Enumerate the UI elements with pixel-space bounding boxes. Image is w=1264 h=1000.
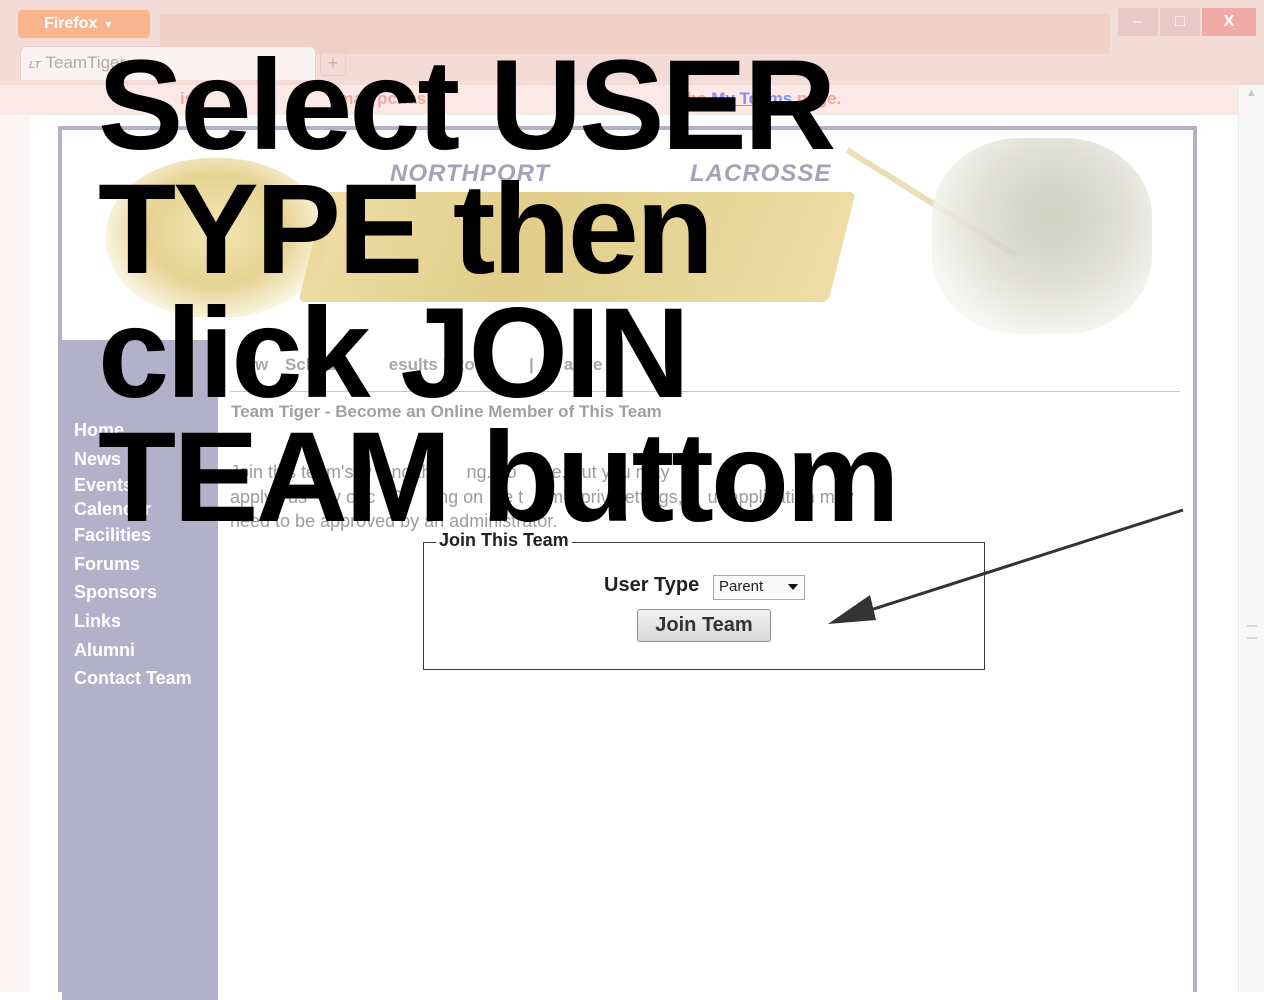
window-controls: – □ X (1118, 8, 1256, 36)
notice-text: chas (387, 89, 427, 108)
maximize-button[interactable]: □ (1160, 8, 1200, 36)
site-header: NORTHPORT LACROSSE (62, 130, 1193, 340)
brand-lacrosse: LACROSSE (690, 160, 832, 187)
notice-text: may p (338, 89, 388, 108)
subnav-link-coaches[interactable]: ache (564, 355, 603, 374)
sidebar-item-links[interactable]: Links (62, 607, 218, 636)
subnav-link-roster[interactable]: Ros (452, 355, 484, 374)
notice-text: is i (180, 89, 204, 108)
join-team-fieldset: Join This Team User Type Parent Join Tea… (423, 530, 985, 670)
sidebar-nav: Home News Events Calendar Facilities For… (62, 416, 218, 693)
user-type-label: User Type (604, 574, 700, 596)
intro-line: Join this team's w ng the ng. Yo ne, but… (230, 462, 670, 482)
firefox-menu-button[interactable]: Firefox ▼ (18, 10, 150, 38)
notice-text: page. (796, 89, 842, 108)
sidebar-item-facilities[interactable]: Facilities (62, 521, 218, 550)
tab-title: TeamTiger (45, 53, 126, 72)
vertical-scrollbar[interactable]: ▲ (1238, 85, 1264, 992)
sidebar-item-forums[interactable]: Forums (62, 550, 218, 579)
join-team-button[interactable]: Join Team (637, 609, 771, 642)
subnav-link-results[interactable]: esults (389, 355, 438, 374)
sidebar-item-contact-team[interactable]: Contact Team (62, 664, 218, 693)
tiger-logo-icon (106, 158, 326, 318)
chevron-down-icon: ▼ (103, 20, 114, 31)
join-team-legend: Join This Team (436, 530, 572, 551)
player-photo (932, 138, 1152, 334)
page-title: Team Tiger - Become an Online Member of … (231, 402, 662, 421)
minimize-button[interactable]: – (1118, 8, 1158, 36)
sidebar-item-home[interactable]: Home (62, 416, 218, 445)
browser-chrome: Firefox ▼ – □ X LT TeamTiger + (0, 0, 1264, 85)
brand-northport: NORTHPORT (390, 160, 551, 187)
close-button[interactable]: X (1202, 8, 1256, 36)
sidebar: Home News Events Calendar Facilities For… (62, 340, 218, 1000)
my-teams-link[interactable]: My Teams (711, 89, 792, 108)
brand-wordmark (298, 192, 856, 302)
sub-navigation: w Sched esults | Ros | ache (230, 352, 1180, 392)
main-content: w Sched esults | Ros | ache Team Tiger - … (218, 340, 1193, 1000)
notice-text: the (680, 89, 707, 108)
user-type-value: Parent (719, 578, 764, 595)
scroll-grip-icon[interactable] (1247, 625, 1257, 639)
subnav-link-schedule[interactable]: Sched (285, 355, 336, 374)
user-type-select[interactable]: Parent (713, 575, 805, 600)
intro-line: apply us y onc De ng on e t m's priv ett… (230, 486, 854, 507)
browser-tab[interactable]: LT TeamTiger (20, 46, 316, 80)
intro-text: Join this team's w ng the ng. Yo ne, but… (230, 460, 1180, 534)
intro-line: need to be approved by an administrator. (230, 511, 558, 531)
chevron-down-icon (788, 584, 798, 590)
site-frame: NORTHPORT LACROSSE Home News Events Cale… (58, 126, 1197, 1000)
favicon-icon: LT (29, 60, 41, 71)
sidebar-item-news[interactable]: News (62, 445, 218, 474)
subnav-link[interactable]: w (255, 355, 268, 374)
sidebar-item-sponsors[interactable]: Sponsors (62, 578, 218, 607)
scroll-up-icon[interactable]: ▲ (1246, 87, 1257, 99)
sidebar-item-calendar[interactable]: Calendar (62, 497, 218, 521)
sidebar-item-alumni[interactable]: Alumni (62, 636, 218, 665)
sidebar-item-events[interactable]: Events (62, 473, 218, 497)
page-gutter (0, 115, 30, 992)
new-tab-button[interactable]: + (320, 50, 346, 76)
firefox-menu-label: Firefox (44, 15, 98, 32)
notice-bar: is i may pchas the My Teams page. (0, 85, 1238, 115)
